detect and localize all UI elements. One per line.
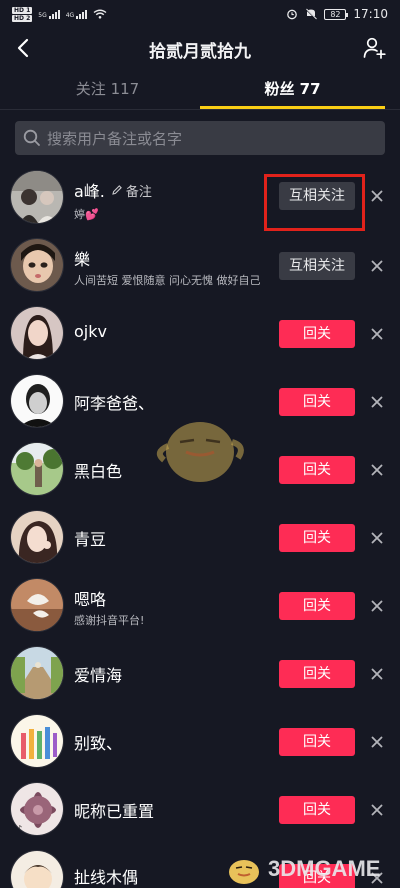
fan-name: 扯线木偶 <box>74 868 139 887</box>
avatar[interactable] <box>10 850 64 888</box>
avatar[interactable] <box>10 646 64 700</box>
list-item[interactable]: 别致、 回关 <box>0 708 400 776</box>
header: 拾贰月贰拾九 <box>0 28 400 70</box>
watermark-logo-icon <box>229 860 259 884</box>
fan-name: 青豆 <box>74 530 107 549</box>
battery-icon: 82 <box>324 8 349 20</box>
follow-back-button[interactable]: 回关 <box>279 728 355 756</box>
mutual-follow-button[interactable]: 互相关注 <box>279 252 355 280</box>
close-icon[interactable] <box>369 598 385 614</box>
hd1-badge: HD 1 <box>12 6 33 14</box>
mutual-follow-button[interactable]: 互相关注 <box>279 182 355 210</box>
search-placeholder: 搜索用户备注或名字 <box>47 129 183 148</box>
wifi-icon <box>93 9 107 19</box>
hd2-badge: HD 2 <box>12 14 33 22</box>
svg-text:♪: ♪ <box>17 824 22 833</box>
avatar[interactable] <box>10 578 64 632</box>
close-icon[interactable] <box>369 188 385 204</box>
page-title: 拾贰月贰拾九 <box>149 41 251 62</box>
pencil-icon <box>112 185 122 195</box>
alarm-icon <box>287 9 298 20</box>
active-tab-indicator <box>200 106 385 109</box>
fan-name: a峰. <box>74 182 105 201</box>
follow-back-button[interactable]: 回关 <box>279 660 355 688</box>
fan-name: 阿李爸爸、 <box>74 394 155 413</box>
list-item[interactable]: 爱情海 回关 <box>0 640 400 708</box>
fan-subtitle: 感谢抖音平台! <box>74 614 145 627</box>
search-input[interactable]: 搜索用户备注或名字 <box>15 121 385 155</box>
status-bar: HD 1 HD 2 5G 4G 82 17:10 <box>0 0 400 28</box>
watermark: 3DMGAME <box>224 852 380 886</box>
fan-subtitle: 人间苦短 爱恨随意 问心无愧 做好自己 <box>74 274 261 287</box>
follow-back-button[interactable]: 回关 <box>279 796 355 824</box>
signal-icon-2: 4G <box>66 9 88 19</box>
search-icon <box>23 129 40 146</box>
avatar[interactable] <box>10 442 64 496</box>
fan-name: 别致、 <box>74 734 123 753</box>
list-item[interactable]: ♪ 昵称已重置 回关 <box>0 776 400 844</box>
add-user-icon[interactable] <box>362 35 388 61</box>
follow-back-button[interactable]: 回关 <box>279 592 355 620</box>
avatar[interactable] <box>10 714 64 768</box>
watermark-text: 3DMGAME <box>268 856 381 881</box>
close-icon[interactable] <box>369 802 385 818</box>
close-icon[interactable] <box>369 530 385 546</box>
fan-name: 樂 <box>74 250 91 269</box>
signal-icon-1: 5G <box>38 9 60 19</box>
watermark-mascot-icon <box>156 422 244 482</box>
list-item[interactable]: 青豆 回关 <box>0 504 400 572</box>
tab-bar: 关注 117 粉丝 77 <box>0 70 400 110</box>
tab-following[interactable]: 关注 117 <box>15 70 200 110</box>
follow-back-button[interactable]: 回关 <box>279 320 355 348</box>
list-item[interactable]: 嗯咯 感谢抖音平台! 回关 <box>0 572 400 640</box>
tab-fans[interactable]: 粉丝 77 <box>200 70 385 110</box>
edit-note-button[interactable]: 备注 <box>111 181 152 200</box>
follow-back-button[interactable]: 回关 <box>279 524 355 552</box>
close-icon[interactable] <box>369 326 385 342</box>
avatar[interactable] <box>10 510 64 564</box>
list-item[interactable]: ojkv 回关 <box>0 300 400 368</box>
mute-icon <box>305 8 318 20</box>
list-item[interactable]: 樂 人间苦短 爱恨随意 问心无愧 做好自己 互相关注 <box>0 232 400 300</box>
fan-name: ojkv <box>74 322 107 341</box>
fan-name: 昵称已重置 <box>74 802 155 821</box>
list-item[interactable]: a峰. 备注 婷💕 互相关注 <box>0 164 400 232</box>
close-icon[interactable] <box>369 394 385 410</box>
fan-name: 爱情海 <box>74 666 123 685</box>
follow-back-button[interactable]: 回关 <box>279 388 355 416</box>
follow-back-button[interactable]: 回关 <box>279 456 355 484</box>
note-label: 备注 <box>125 184 152 200</box>
avatar[interactable] <box>10 238 64 292</box>
avatar[interactable]: ♪ <box>10 782 64 836</box>
fan-name: 嗯咯 <box>74 590 107 609</box>
close-icon[interactable] <box>369 462 385 478</box>
avatar[interactable] <box>10 170 64 224</box>
fan-subtitle: 婷💕 <box>74 208 99 221</box>
close-icon[interactable] <box>369 258 385 274</box>
avatar[interactable] <box>10 374 64 428</box>
fan-name: 黑白色 <box>74 462 123 481</box>
status-time: 17:10 <box>353 7 388 21</box>
close-icon[interactable] <box>369 734 385 750</box>
avatar[interactable] <box>10 306 64 360</box>
fan-list: a峰. 备注 婷💕 互相关注 樂 人间苦短 爱恨随意 问心无愧 做好自己 互相关… <box>0 164 400 888</box>
close-icon[interactable] <box>369 666 385 682</box>
back-icon[interactable] <box>12 36 36 60</box>
